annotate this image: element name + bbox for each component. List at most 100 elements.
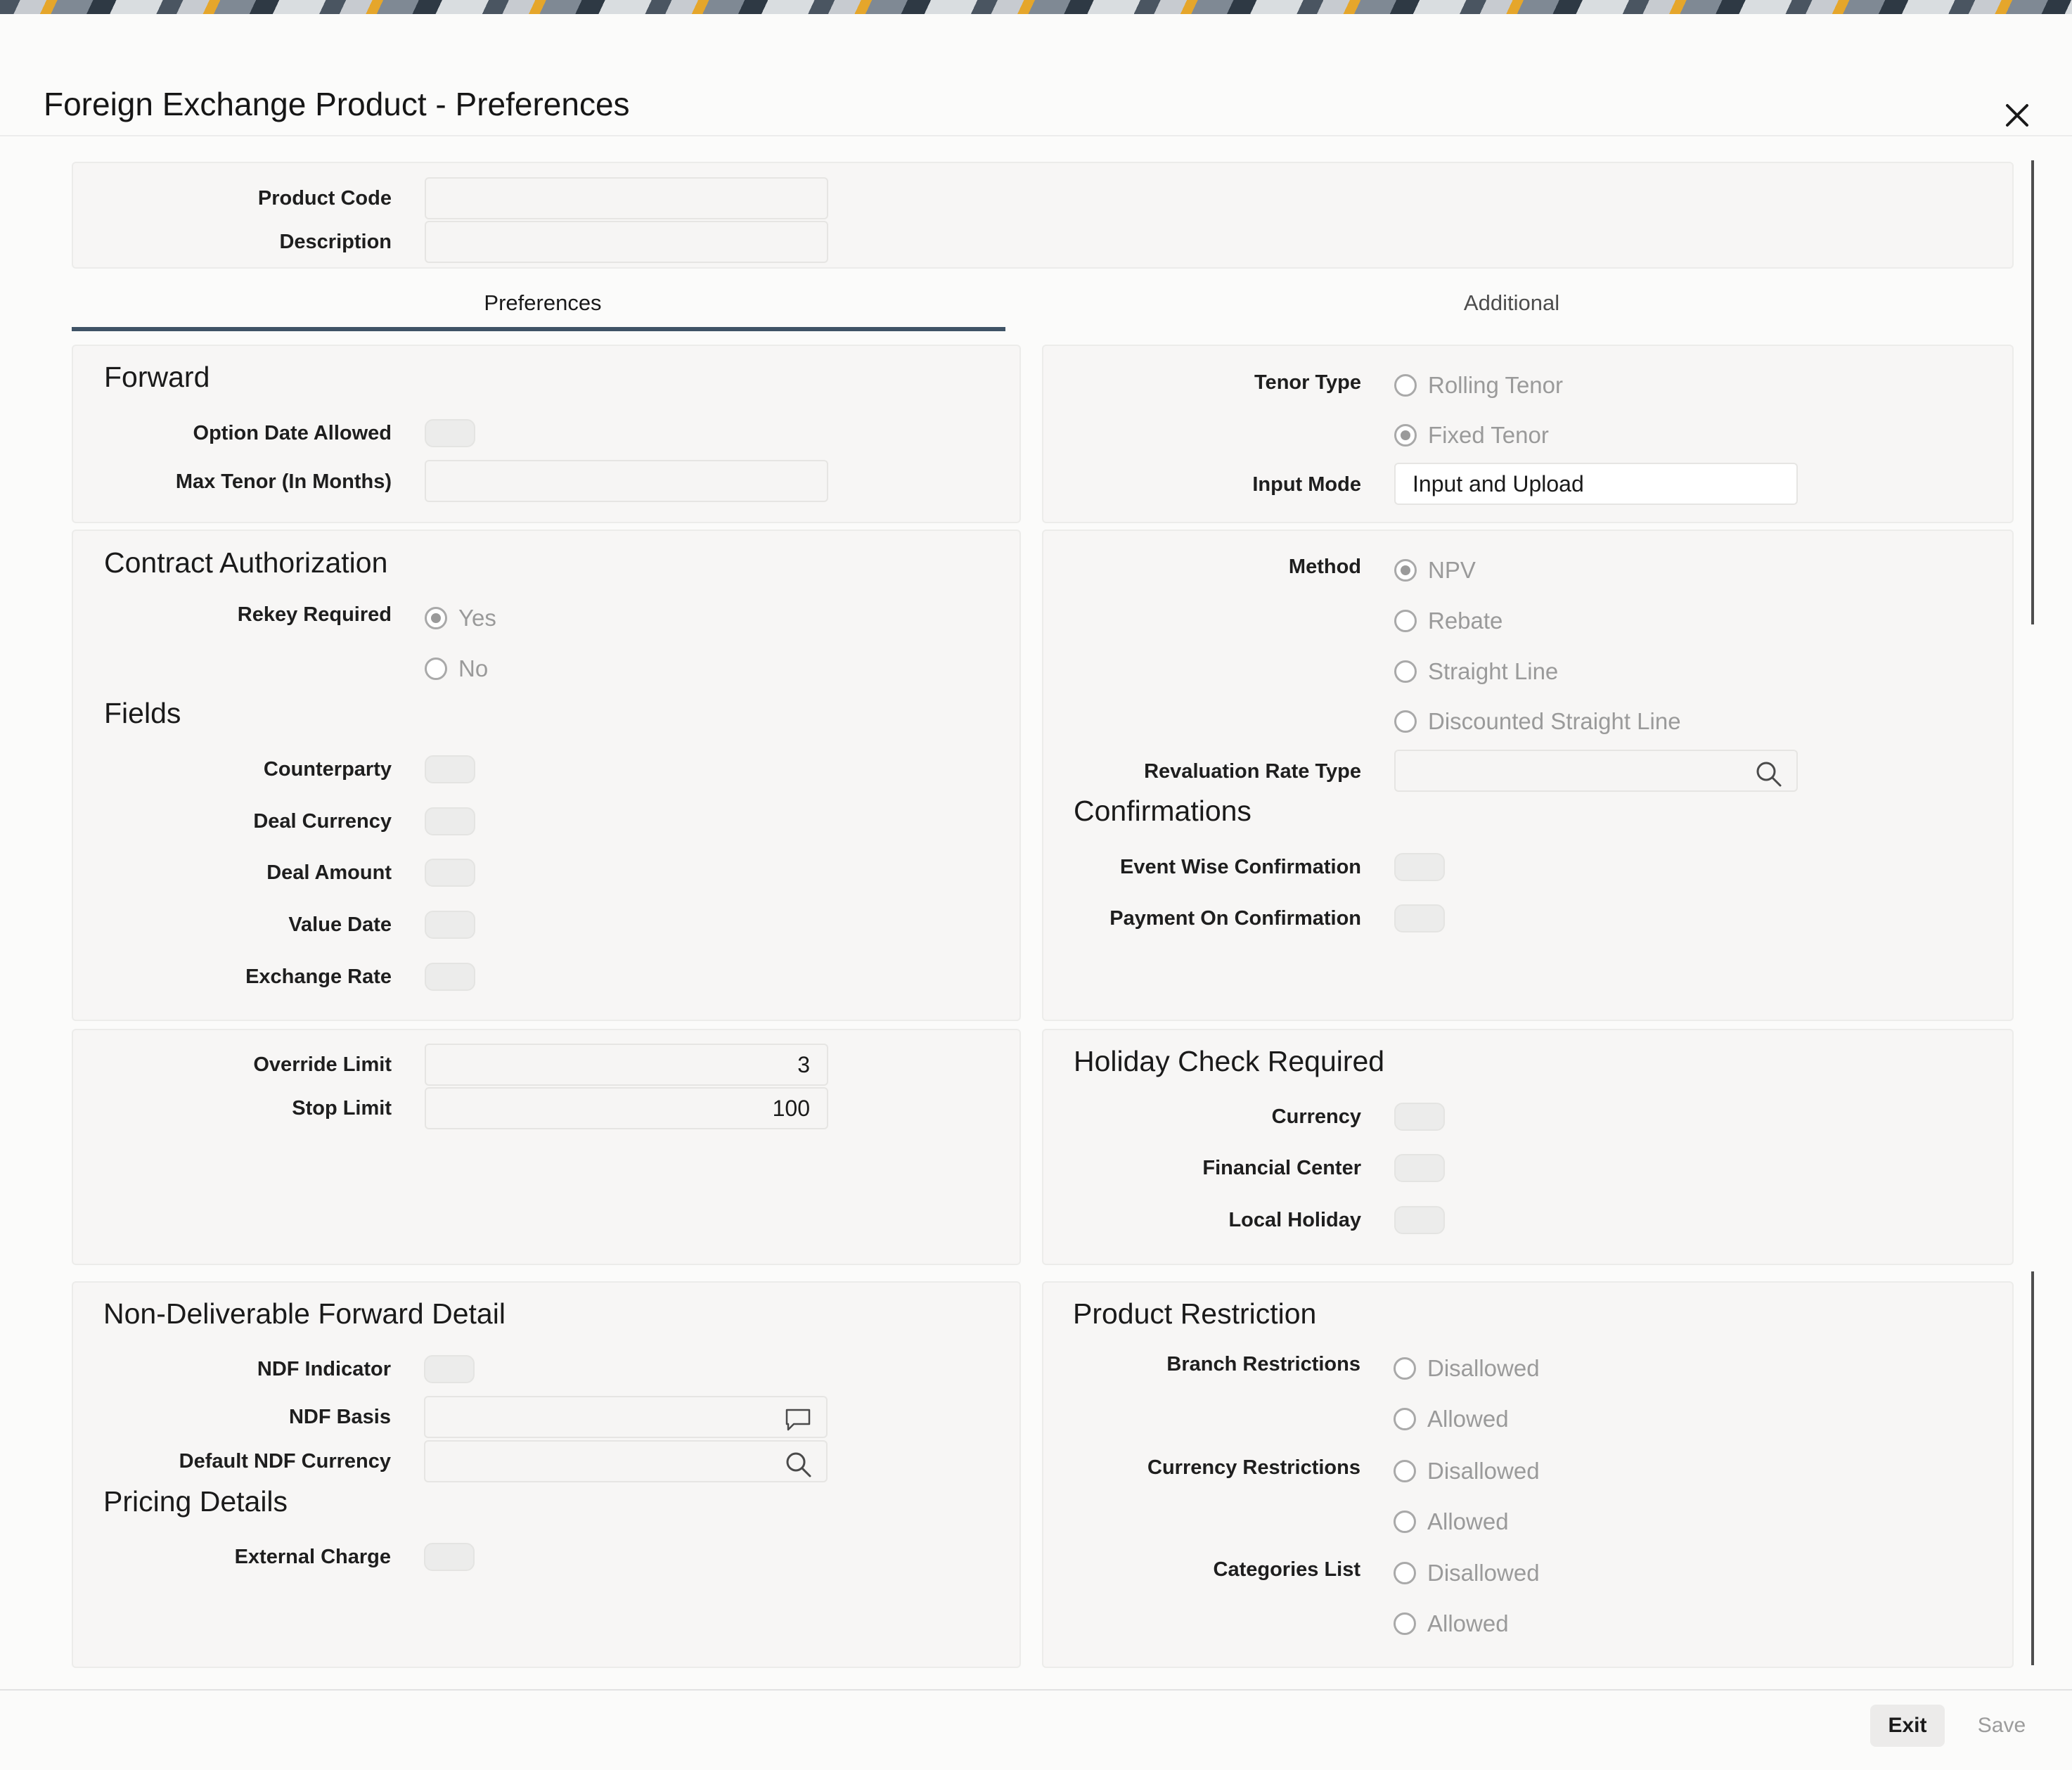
method-rebate-radio[interactable] — [1394, 610, 1417, 632]
contract-authorization-title: Contract Authorization — [104, 546, 388, 579]
external-charge-label: External Charge — [234, 1546, 391, 1568]
currency-allowed-radio[interactable] — [1394, 1511, 1416, 1533]
exchange-rate-label: Exchange Rate — [245, 966, 392, 988]
stop-limit-input[interactable]: 100 — [425, 1087, 828, 1129]
payment-on-confirmation-toggle[interactable] — [1394, 904, 1445, 932]
confirmations-title: Confirmations — [1074, 795, 1251, 827]
method-label: Method — [1288, 556, 1361, 578]
product-code-input[interactable] — [425, 177, 828, 219]
fields-title: Fields — [104, 697, 181, 729]
currency-allowed-label: Allowed — [1427, 1508, 1509, 1534]
option-date-allowed-label: Option Date Allowed — [193, 422, 392, 444]
event-wise-confirmation-label: Event Wise Confirmation — [1120, 856, 1361, 878]
product-code-label: Product Code — [257, 187, 392, 210]
rolling-tenor-label: Rolling Tenor — [1428, 372, 1564, 398]
tenor-type-label: Tenor Type — [1254, 371, 1361, 394]
local-holiday-toggle[interactable] — [1394, 1206, 1445, 1234]
rekey-no-label: No — [458, 655, 489, 681]
window-title: Foreign Exchange Product - Preferences — [44, 86, 630, 122]
categories-disallowed-label: Disallowed — [1427, 1560, 1540, 1586]
ndf-indicator-label: NDF Indicator — [257, 1358, 391, 1380]
method-rebate-label: Rebate — [1428, 608, 1503, 634]
rekey-required-label: Rekey Required — [237, 603, 392, 626]
method-npv-radio[interactable] — [1394, 559, 1417, 582]
input-mode-select[interactable]: Input and Upload — [1394, 463, 1798, 505]
rekey-no-radio[interactable] — [425, 658, 447, 680]
method-discounted-straight-line-radio[interactable] — [1394, 710, 1417, 733]
currency-restrictions-label: Currency Restrictions — [1147, 1456, 1360, 1479]
ndf-indicator-toggle[interactable] — [424, 1355, 475, 1383]
holiday-check-title: Holiday Check Required — [1074, 1045, 1385, 1077]
payment-on-confirmation-label: Payment On Confirmation — [1109, 907, 1361, 930]
deal-amount-label: Deal Amount — [266, 861, 392, 884]
rekey-yes-label: Yes — [458, 605, 496, 631]
message-icon[interactable] — [784, 1406, 812, 1434]
max-tenor-input[interactable] — [425, 460, 828, 502]
tab-preferences[interactable]: Preferences — [72, 289, 1014, 317]
stop-limit-label: Stop Limit — [292, 1097, 392, 1120]
branch-disallowed-radio[interactable] — [1394, 1357, 1416, 1380]
method-npv-label: NPV — [1428, 557, 1476, 583]
branch-disallowed-label: Disallowed — [1427, 1355, 1540, 1381]
input-mode-label: Input Mode — [1252, 473, 1361, 496]
max-tenor-label: Max Tenor (In Months) — [175, 470, 392, 493]
title-bar: Foreign Exchange Product - Preferences — [0, 14, 2072, 136]
option-date-allowed-toggle[interactable] — [425, 419, 475, 447]
branch-restrictions-label: Branch Restrictions — [1166, 1353, 1360, 1375]
tab-additional[interactable]: Additional — [1041, 289, 1983, 317]
close-icon[interactable] — [2002, 100, 2033, 131]
default-ndf-currency-input[interactable] — [424, 1440, 828, 1482]
default-ndf-currency-label: Default NDF Currency — [179, 1450, 391, 1473]
branch-allowed-radio[interactable] — [1394, 1408, 1416, 1430]
scrollbar-thumb[interactable] — [2031, 160, 2034, 624]
override-limit-label: Override Limit — [253, 1053, 392, 1076]
financial-center-toggle[interactable] — [1394, 1154, 1445, 1182]
revaluation-rate-type-label: Revaluation Rate Type — [1144, 760, 1361, 783]
holiday-currency-label: Currency — [1271, 1105, 1361, 1128]
method-straight-line-label: Straight Line — [1428, 658, 1559, 684]
categories-disallowed-radio[interactable] — [1394, 1562, 1416, 1584]
categories-allowed-label: Allowed — [1427, 1610, 1509, 1636]
value-date-label: Value Date — [288, 913, 392, 936]
exit-button[interactable]: Exit — [1870, 1705, 1945, 1747]
rekey-yes-radio[interactable] — [425, 607, 447, 629]
fixed-tenor-label: Fixed Tenor — [1428, 422, 1549, 448]
top-decorative-band — [0, 0, 2072, 14]
ndf-basis-input[interactable] — [424, 1396, 828, 1438]
rolling-tenor-radio[interactable] — [1394, 374, 1417, 397]
search-icon[interactable] — [784, 1450, 812, 1478]
fixed-tenor-radio[interactable] — [1394, 424, 1417, 447]
method-straight-line-radio[interactable] — [1394, 660, 1417, 683]
deal-currency-label: Deal Currency — [253, 810, 392, 833]
deal-amount-toggle[interactable] — [425, 859, 475, 887]
override-limit-input[interactable]: 3 — [425, 1044, 828, 1086]
categories-allowed-radio[interactable] — [1394, 1612, 1416, 1635]
counterparty-label: Counterparty — [263, 758, 392, 781]
method-discounted-straight-line-label: Discounted Straight Line — [1428, 708, 1681, 734]
value-date-toggle[interactable] — [425, 911, 475, 939]
product-restriction-title: Product Restriction — [1073, 1297, 1317, 1330]
description-label: Description — [279, 231, 392, 253]
description-input[interactable] — [425, 221, 828, 263]
deal-currency-toggle[interactable] — [425, 807, 475, 835]
ndf-basis-label: NDF Basis — [288, 1406, 391, 1428]
pricing-details-title: Pricing Details — [103, 1485, 288, 1518]
search-icon[interactable] — [1754, 759, 1782, 788]
footer-bar: Exit Save — [0, 1689, 2072, 1770]
forward-title: Forward — [104, 361, 210, 393]
financial-center-label: Financial Center — [1202, 1157, 1361, 1179]
currency-disallowed-label: Disallowed — [1427, 1458, 1540, 1484]
currency-disallowed-radio[interactable] — [1394, 1460, 1416, 1482]
counterparty-toggle[interactable] — [425, 755, 475, 783]
ndf-title: Non-Deliverable Forward Detail — [103, 1297, 506, 1330]
categories-list-label: Categories List — [1213, 1558, 1361, 1581]
scrollbar-thumb-lower[interactable] — [2031, 1271, 2034, 1665]
external-charge-toggle[interactable] — [424, 1543, 475, 1571]
active-tab-indicator — [72, 327, 1005, 331]
revaluation-rate-type-input[interactable] — [1394, 750, 1798, 792]
event-wise-confirmation-toggle[interactable] — [1394, 853, 1445, 881]
holiday-currency-toggle[interactable] — [1394, 1103, 1445, 1131]
exchange-rate-toggle[interactable] — [425, 963, 475, 991]
save-button[interactable]: Save — [1964, 1705, 2039, 1747]
local-holiday-label: Local Holiday — [1228, 1209, 1361, 1231]
